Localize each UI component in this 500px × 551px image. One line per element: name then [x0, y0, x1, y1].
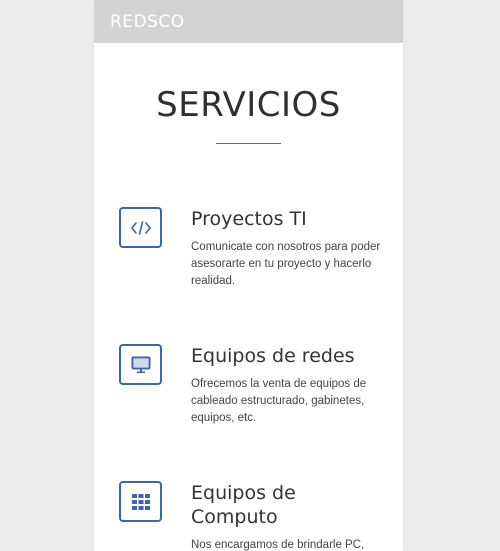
- service-body: Equipos de redes Ofrecemos la venta de e…: [191, 344, 383, 427]
- service-title: Equipos de Computo: [191, 482, 296, 528]
- service-body: Proyectos TI Comunicate con nosotros par…: [191, 207, 383, 290]
- top-navbar: REDSCO: [94, 0, 403, 43]
- page: REDSCO SERVICIOS Proyectos TI Comunicate…: [94, 0, 403, 551]
- service-description: Comunicate con nosotros para poder aseso…: [191, 241, 381, 287]
- service-title: Equipos de redes: [191, 345, 355, 367]
- title-divider: [216, 143, 281, 144]
- service-description: Ofrecemos la venta de equipos de cablead…: [191, 378, 367, 424]
- service-body: Equipos de Computo Nos encargamos de bri…: [191, 481, 383, 551]
- code-icon: [119, 207, 162, 248]
- service-title: Proyectos TI: [191, 208, 307, 230]
- brand-logo[interactable]: REDSCO: [110, 12, 185, 32]
- section-title: SERVICIOS: [156, 85, 341, 125]
- grid-icon: [119, 481, 162, 522]
- monitor-icon: [119, 344, 162, 385]
- service-description: Nos encargamos de brindarle PC, Laptops,…: [191, 539, 365, 551]
